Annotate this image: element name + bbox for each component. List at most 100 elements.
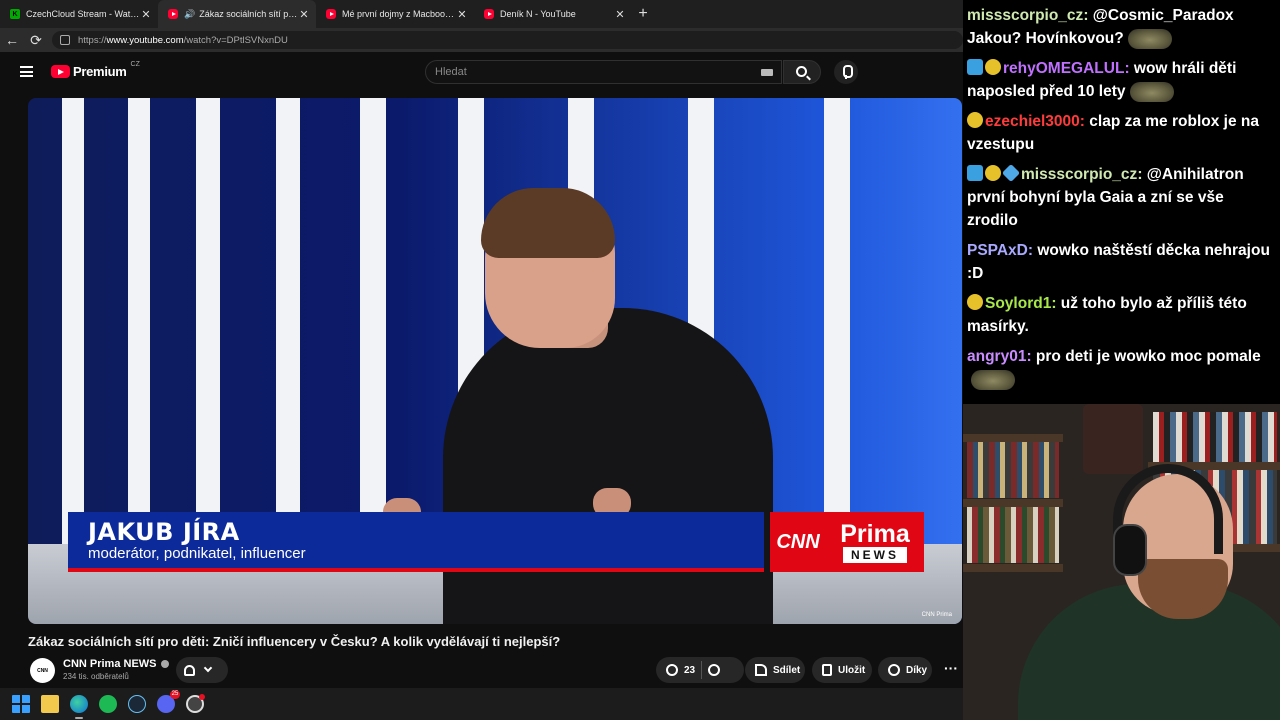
menu-icon[interactable] bbox=[20, 66, 33, 77]
lower-third-role: moderátor, podnikatel, influencer bbox=[88, 545, 306, 562]
chat-username[interactable]: PSPAxD bbox=[967, 242, 1028, 259]
chat-username[interactable]: rehyOMEGALUL bbox=[1003, 60, 1124, 77]
file-explorer-icon[interactable] bbox=[41, 695, 59, 713]
studio-stripe bbox=[276, 98, 300, 568]
brand-prima: Prima bbox=[840, 520, 910, 548]
thanks-button[interactable]: Díky bbox=[878, 657, 932, 683]
chat-username[interactable]: Soylord1 bbox=[985, 295, 1051, 312]
new-tab-icon[interactable]: + bbox=[632, 5, 654, 23]
back-icon[interactable]: ← bbox=[0, 32, 24, 48]
notifications-button[interactable] bbox=[176, 657, 228, 683]
cube-badge-icon bbox=[1001, 163, 1021, 183]
channel-name-text: CNN Prima NEWS bbox=[63, 658, 157, 670]
subscriber-count: 234 tis. odběratelů bbox=[63, 672, 129, 681]
share-label: Sdílet bbox=[773, 664, 801, 676]
steam-icon[interactable] bbox=[128, 695, 146, 713]
chat-username[interactable]: angry01 bbox=[967, 348, 1026, 365]
discord-badge: 25 bbox=[170, 690, 180, 699]
address-bar: ← ⟳ https://www.youtube.com/watch?v=DPtl… bbox=[0, 28, 963, 52]
bits-badge-icon bbox=[967, 294, 983, 310]
video-player[interactable]: JAKUB JÍRA moderátor, podnikatel, influe… bbox=[28, 98, 962, 624]
url-host: www.youtube.com bbox=[106, 34, 184, 46]
twitch-chat-panel: missscorpio_cz: @Cosmic_Paradox Jakou? H… bbox=[963, 0, 1280, 404]
browser-tab[interactable]: 🔊 Zákaz sociálních sítí pro děti:✕ bbox=[158, 0, 316, 28]
close-tab-icon[interactable]: ✕ bbox=[140, 8, 152, 21]
keyboard-icon[interactable] bbox=[761, 69, 773, 76]
speaker-icon[interactable]: 🔊 bbox=[184, 9, 195, 20]
chat-username[interactable]: missscorpio_cz bbox=[967, 7, 1083, 24]
tab-title: CzechCloud Stream - Watch Live o bbox=[26, 9, 140, 19]
search-button[interactable] bbox=[783, 60, 821, 84]
browser-tab[interactable]: K CzechCloud Stream - Watch Live o✕ bbox=[0, 0, 158, 28]
chat-emote-icon bbox=[1129, 81, 1174, 102]
share-icon bbox=[755, 664, 767, 676]
youtube-logo[interactable]: Premium CZ bbox=[51, 61, 140, 79]
bits-badge-icon bbox=[985, 165, 1001, 181]
bell-icon bbox=[184, 664, 195, 676]
bookmark-icon bbox=[822, 664, 832, 676]
url-prefix: https:// bbox=[78, 34, 107, 46]
chat-message: ezechiel3000: clap za me roblox je na vz… bbox=[967, 112, 1259, 153]
search-input[interactable]: Hledat bbox=[425, 60, 782, 84]
channel-avatar[interactable]: CNN bbox=[30, 658, 55, 683]
brand-news: NEWS bbox=[843, 547, 907, 563]
chat-text: pro deti je wowko moc pomale bbox=[1035, 348, 1261, 365]
like-count[interactable]: 23 bbox=[684, 665, 695, 676]
close-tab-icon[interactable]: ✕ bbox=[298, 8, 310, 21]
chat-message: missscorpio_cz: @Anihilatron první bohyn… bbox=[967, 163, 1276, 232]
video-title: Zákaz sociálních sítí pro děti: Zničí in… bbox=[28, 634, 561, 649]
lower-third: JAKUB JÍRA moderátor, podnikatel, influe… bbox=[68, 512, 764, 572]
thumb-down-icon[interactable] bbox=[708, 664, 721, 676]
discord-icon[interactable]: 25 bbox=[157, 690, 180, 713]
studio-stripe bbox=[196, 98, 220, 568]
tab-title: Zákaz sociálních sítí pro děti: bbox=[199, 9, 298, 19]
save-label: Uložit bbox=[838, 664, 866, 676]
windows-start-icon[interactable] bbox=[12, 695, 30, 713]
verified-icon bbox=[160, 660, 169, 668]
lower-third-name: JAKUB JÍRA bbox=[88, 518, 240, 546]
share-button[interactable]: Sdílet bbox=[745, 657, 805, 683]
url-field[interactable]: https://www.youtube.com/watch?v=DPtlSVNx… bbox=[52, 31, 963, 49]
chat-emote-icon bbox=[1127, 28, 1172, 49]
browser-tab[interactable]: Mé první dojmy z Macbook Neo.✕ bbox=[316, 0, 474, 28]
thumb-up-icon[interactable] bbox=[666, 664, 678, 676]
studio-stripe bbox=[824, 98, 850, 568]
taskbar: 25 bbox=[0, 688, 963, 720]
chevron-down-icon bbox=[203, 663, 213, 673]
kick-icon: K bbox=[10, 9, 20, 19]
cnn-prima-news-logo: CNN Prima NEWS bbox=[770, 512, 924, 572]
chat-emote-icon bbox=[971, 369, 1015, 390]
sub-badge-icon bbox=[967, 165, 983, 181]
chat-username[interactable]: ezechiel3000 bbox=[985, 113, 1080, 130]
streamer-webcam bbox=[963, 404, 1280, 720]
logo-country: CZ bbox=[130, 61, 140, 68]
youtube-header: Premium CZ Hledat bbox=[0, 56, 963, 88]
more-actions-button[interactable]: ··· bbox=[940, 657, 962, 683]
save-button[interactable]: Uložit bbox=[812, 657, 872, 683]
studio-stripe bbox=[360, 98, 386, 568]
obs-icon[interactable] bbox=[186, 694, 205, 713]
tab-title: Mé první dojmy z Macbook Neo. bbox=[342, 9, 456, 19]
youtube-icon bbox=[326, 9, 336, 19]
tab-title: Deník N - YouTube bbox=[500, 9, 576, 19]
chat-username[interactable]: missscorpio_cz bbox=[1021, 166, 1137, 183]
studio-stripe bbox=[128, 98, 150, 568]
spotify-icon[interactable] bbox=[99, 695, 117, 713]
close-tab-icon[interactable]: ✕ bbox=[456, 8, 468, 21]
youtube-icon bbox=[168, 9, 178, 19]
heart-dollar-icon bbox=[888, 664, 900, 676]
site-info-icon[interactable] bbox=[60, 35, 70, 45]
search-placeholder: Hledat bbox=[435, 66, 467, 78]
browser-tab[interactable]: Deník N - YouTube ✕ bbox=[474, 0, 632, 28]
bits-badge-icon bbox=[985, 59, 1001, 75]
channel-name[interactable]: CNN Prima NEWS bbox=[63, 658, 169, 670]
chat-message: angry01: pro deti je wowko moc pomale bbox=[967, 345, 1276, 391]
url-path: /watch?v=DPtlSVNxnDU bbox=[183, 34, 288, 46]
edge-browser-icon[interactable] bbox=[70, 695, 88, 719]
chat-message: rehyOMEGALUL: wow hráli děti naposled př… bbox=[967, 59, 1237, 102]
reload-icon[interactable]: ⟳ bbox=[24, 32, 48, 49]
close-tab-icon[interactable]: ✕ bbox=[614, 8, 626, 21]
youtube-play-icon bbox=[51, 65, 70, 78]
voice-search-icon[interactable] bbox=[834, 60, 858, 84]
tab-bar: KCzechCloud Stream - Watch Live o✕🔊Zákaz… bbox=[0, 0, 963, 28]
